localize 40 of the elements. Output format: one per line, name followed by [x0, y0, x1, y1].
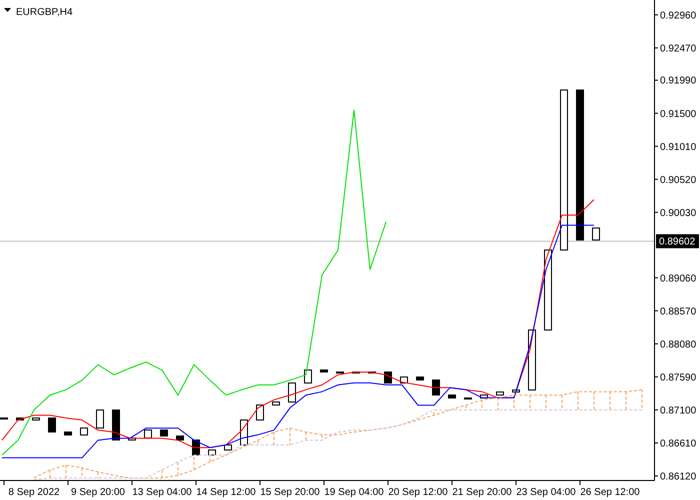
axis-label: 0.90520 — [660, 174, 696, 186]
axis-label: 0.91990 — [660, 76, 696, 87]
axis-label: 15 Sep 20:00 — [260, 487, 320, 498]
axis-label: 9 Sep 20:00 — [71, 487, 125, 498]
axis-label: 0.91500 — [660, 108, 696, 120]
axis-label: 21 Sep 20:00 — [452, 487, 512, 498]
chart-title: EURGBP,H4 — [16, 7, 73, 18]
axis-label: 0.86610 — [660, 438, 696, 450]
axis-label: 14 Sep 12:00 — [196, 487, 256, 498]
axis-label: 23 Sep 04:00 — [516, 487, 576, 498]
price-label: 0.89602 — [656, 234, 699, 248]
candlestick — [48, 418, 56, 432]
candlestick — [96, 410, 104, 428]
axis-label: 0.89060 — [660, 273, 696, 284]
candlestick — [288, 382, 296, 402]
axis-label: 13 Sep 04:00 — [132, 487, 192, 498]
axis-label: 20 Sep 12:00 — [388, 487, 448, 498]
candlestick — [112, 410, 120, 440]
axis-label: 0.88080 — [660, 339, 696, 350]
axis-label: 0.87100 — [660, 405, 696, 416]
candlestick — [528, 330, 536, 390]
axis-label: 0.90030 — [660, 208, 696, 219]
axis-label: 0.88570 — [660, 306, 696, 318]
candlestick — [192, 440, 200, 456]
candlestick — [432, 380, 440, 396]
axis-label: 0.87590 — [660, 372, 696, 384]
candlestick — [304, 370, 312, 384]
axis-label: 0.86120 — [660, 471, 696, 482]
candlestick — [256, 404, 264, 420]
axis-label: 8 Sep 2022 — [8, 487, 60, 498]
axis-label: 0.92960 — [660, 10, 696, 22]
candlestick — [272, 402, 280, 406]
axis-label: 19 Sep 04:00 — [324, 487, 384, 498]
axis-label: 0.92470 — [660, 43, 696, 54]
axis-label: 26 Sep 12:00 — [580, 487, 640, 498]
caret-icon — [4, 8, 11, 12]
candlestick — [592, 228, 600, 240]
axis-label: 0.91010 — [660, 142, 696, 153]
candlestick — [384, 372, 392, 384]
candlestick — [240, 420, 248, 446]
